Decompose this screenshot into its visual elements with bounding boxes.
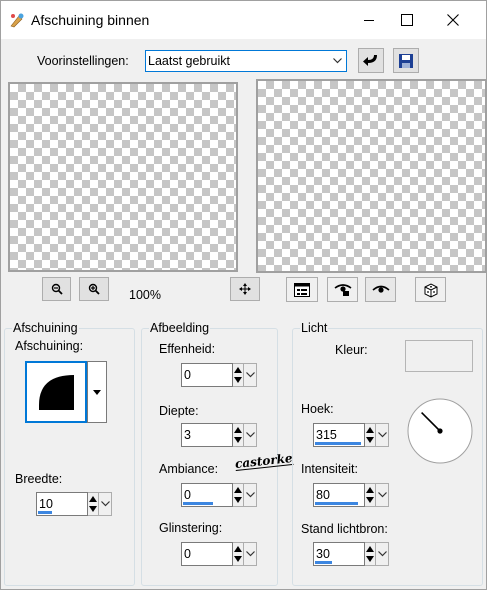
zoom-out-button[interactable] [42, 277, 71, 301]
intensity-slider[interactable] [315, 502, 358, 505]
width-label: Breedte: [15, 472, 63, 486]
width-updown[interactable] [88, 492, 99, 516]
light-color-label: Kleur: [335, 343, 368, 357]
elevation-slider[interactable] [315, 561, 332, 564]
chevron-down-icon [329, 51, 346, 71]
intensity-label: Intensiteit: [301, 462, 358, 476]
move-button[interactable] [230, 277, 260, 301]
chevron-down-icon [100, 501, 110, 507]
save-preset-button[interactable] [393, 48, 419, 73]
proof-button[interactable] [286, 277, 318, 302]
ambience-label: Ambiance: [159, 462, 219, 476]
caret-down-icon [93, 389, 101, 395]
bevel-group-title: Afschuining [12, 321, 79, 335]
shininess-updown[interactable] [233, 542, 244, 566]
close-icon [447, 14, 459, 26]
zoom-in-button[interactable] [79, 277, 109, 301]
shininess-label: Glinstering: [159, 521, 223, 535]
ambience-updown[interactable] [233, 483, 244, 507]
ambience-spinner[interactable]: 0 [181, 483, 257, 507]
save-disk-icon [399, 53, 413, 68]
shininess-spinner[interactable]: 0 [181, 542, 257, 566]
zoom-out-icon [51, 283, 63, 295]
depth-label: Diepte: [159, 404, 199, 418]
reset-arrow-icon [363, 54, 377, 66]
light-color-swatch[interactable] [405, 340, 473, 372]
minimize-icon [364, 20, 374, 21]
chevron-down-icon [245, 372, 255, 378]
smoothness-spinner[interactable]: 0 [181, 363, 257, 387]
width-dropdown[interactable] [99, 492, 112, 516]
presets-selected: Laatst gebruikt [148, 54, 230, 68]
image-group-title: Afbeelding [149, 321, 211, 335]
move-icon [239, 283, 251, 295]
shininess-input[interactable]: 0 [181, 542, 233, 566]
intensity-updown[interactable] [365, 483, 376, 507]
angle-dropdown[interactable] [376, 423, 389, 447]
dice-icon [424, 282, 437, 298]
reset-button[interactable] [358, 48, 384, 73]
bevel-shape-label: Afschuining: [15, 339, 84, 353]
zoom-in-icon [88, 283, 100, 295]
eye-icon [371, 285, 390, 293]
angle-updown[interactable] [365, 423, 376, 447]
width-slider[interactable] [38, 511, 52, 514]
randomize-button[interactable] [415, 277, 446, 302]
intensity-spinner[interactable]: 80 [313, 483, 389, 507]
depth-input[interactable]: 3 [181, 423, 233, 447]
smoothness-input[interactable]: 0 [181, 363, 233, 387]
shininess-dropdown[interactable] [244, 542, 257, 566]
window-title: Afschuining binnen [31, 12, 150, 28]
bevel-shape-dropdown[interactable] [87, 361, 107, 423]
chevron-down-icon [245, 492, 255, 498]
angle-label: Hoek: [301, 402, 334, 416]
dialog-window: Afschuining binnen Voorinstellingen: Laa… [0, 0, 487, 590]
preview-before [8, 82, 238, 272]
elevation-label: Stand lichtbron: [301, 522, 388, 536]
intensity-dropdown[interactable] [376, 483, 389, 507]
bevel-shape-icon [39, 375, 74, 410]
angle-dial[interactable] [406, 397, 474, 465]
auto-proof-button[interactable] [327, 277, 358, 302]
depth-updown[interactable] [233, 423, 244, 447]
presets-label: Voorinstellingen: [37, 54, 129, 68]
title-bar: Afschuining binnen [1, 1, 486, 39]
app-icon [10, 13, 24, 28]
proof-icon [294, 282, 310, 297]
elevation-spinner[interactable]: 30 [313, 542, 389, 566]
depth-dropdown[interactable] [244, 423, 257, 447]
bevel-shape-picker[interactable] [25, 361, 87, 423]
smoothness-dropdown[interactable] [244, 363, 257, 387]
chevron-down-icon [245, 551, 255, 557]
maximize-button[interactable] [384, 3, 430, 37]
chevron-down-icon [377, 432, 387, 438]
angle-spinner[interactable]: 315 [313, 423, 389, 447]
close-button[interactable] [430, 3, 476, 37]
elevation-updown[interactable] [365, 542, 376, 566]
presets-select[interactable]: Laatst gebruikt [145, 50, 347, 72]
width-spinner[interactable]: 10 [36, 492, 112, 516]
ambience-dropdown[interactable] [244, 483, 257, 507]
preview-after [256, 79, 487, 273]
maximize-icon [401, 14, 413, 26]
elevation-dropdown[interactable] [376, 542, 389, 566]
chevron-down-icon [377, 492, 387, 498]
chevron-down-icon [377, 551, 387, 557]
smoothness-label: Effenheid: [159, 342, 216, 356]
light-group-title: Licht [300, 321, 329, 335]
preview-eye-button[interactable] [365, 277, 396, 302]
depth-spinner[interactable]: 3 [181, 423, 257, 447]
eye-lock-icon [334, 283, 351, 296]
smoothness-updown[interactable] [233, 363, 244, 387]
chevron-down-icon [245, 432, 255, 438]
angle-slider[interactable] [315, 442, 361, 445]
ambience-slider[interactable] [183, 502, 213, 505]
zoom-level: 100% [129, 288, 161, 302]
